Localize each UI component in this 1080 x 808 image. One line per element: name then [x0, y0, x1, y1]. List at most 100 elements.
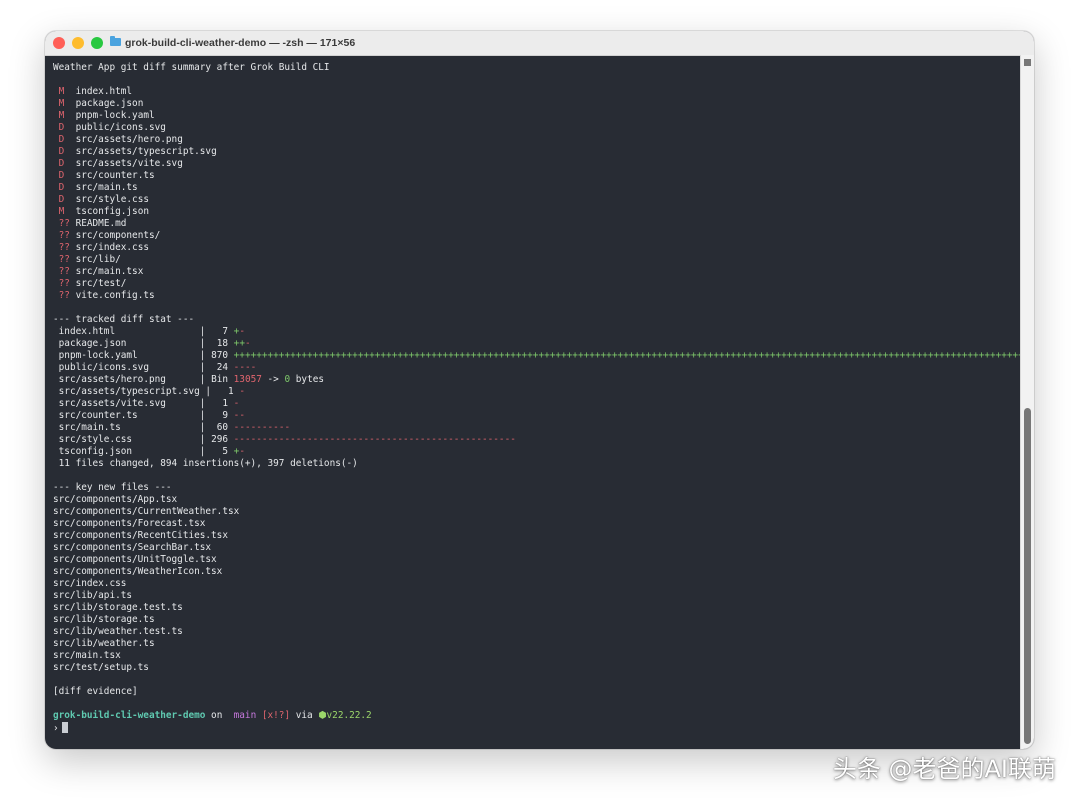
file-path: README.md: [75, 218, 127, 229]
prompt-on: on: [205, 710, 228, 721]
status-code: ??: [58, 242, 70, 253]
status-line: M package.json: [53, 98, 1013, 110]
status-line: M pnpm-lock.yaml: [53, 110, 1013, 122]
prompt-via: via: [290, 710, 319, 721]
status-code: D: [58, 134, 65, 145]
file-path: vite.config.ts: [75, 290, 155, 301]
prompt-symbol: ›: [53, 723, 59, 734]
diff-evidence: [diff evidence]: [53, 686, 138, 697]
diff-stat-file: tsconfig.json: [58, 446, 133, 457]
scroll-up-icon[interactable]: [1024, 59, 1031, 66]
status-code: D: [58, 182, 65, 193]
file-path: src/assets/hero.png: [75, 134, 183, 145]
new-file-item: src/lib/api.ts: [53, 590, 133, 601]
status-line: ?? vite.config.ts: [53, 290, 1013, 302]
deletion-bar: --: [233, 410, 245, 421]
status-code: ??: [58, 230, 70, 241]
status-line: ?? src/components/: [53, 230, 1013, 242]
minimize-window-button[interactable]: [72, 37, 84, 49]
git-branch-name: main: [233, 710, 257, 721]
diff-stat-row: pnpm-lock.yaml | 870 +++++++++++++++++++…: [53, 350, 1034, 362]
diff-stat-row: src/assets/vite.svg | 1 -: [58, 398, 240, 409]
new-file-item: src/test/setup.ts: [53, 662, 149, 673]
file-path: src/index.css: [75, 242, 149, 253]
status-code: ??: [58, 266, 70, 277]
file-path: index.html: [75, 86, 133, 97]
file-path: src/test/: [75, 278, 127, 289]
output-header: Weather App git diff summary after Grok …: [53, 62, 330, 73]
status-line: D src/style.css: [53, 194, 1013, 206]
diff-stat-count: 1: [222, 398, 229, 409]
command-input-line[interactable]: ›: [53, 722, 1013, 734]
status-code: ??: [58, 254, 70, 265]
new-file-item: src/components/RecentCities.tsx: [53, 530, 228, 541]
diff-stat-count: 1: [228, 386, 234, 397]
diff-stat-count: 870: [211, 350, 228, 361]
deletion-bar: ----: [233, 362, 257, 373]
diff-stat-file: src/assets/hero.png: [58, 374, 166, 385]
deletion-bar: -: [244, 338, 251, 349]
file-path: src/lib/: [75, 254, 121, 265]
new-file-item: src/components/SearchBar.tsx: [53, 542, 212, 553]
diff-stat-count: 18: [216, 338, 229, 349]
status-line: D src/assets/vite.svg: [53, 158, 1013, 170]
status-line: ?? src/main.tsx: [53, 266, 1013, 278]
file-path: src/counter.ts: [75, 170, 155, 181]
status-line: M tsconfig.json: [53, 206, 1013, 218]
window-title: grok-build-cli-weather-demo — -zsh — 171…: [110, 31, 355, 55]
deletion-bar: ----------------------------------------…: [233, 434, 516, 445]
status-code: ??: [58, 290, 70, 301]
new-file-item: src/components/Forecast.tsx: [53, 518, 206, 529]
status-line: M index.html: [53, 86, 1013, 98]
diff-stat-row: public/icons.svg | 24 ----: [58, 362, 257, 373]
insertion-bar: ++: [233, 338, 245, 349]
vertical-scrollbar[interactable]: [1020, 55, 1034, 749]
status-code: D: [58, 146, 65, 157]
diff-stat-file: pnpm-lock.yaml: [58, 350, 138, 361]
diff-stat-file: src/main.ts: [58, 422, 121, 433]
prompt-directory: grok-build-cli-weather-demo: [53, 710, 206, 721]
new-file-item: src/lib/weather.test.ts: [53, 626, 183, 637]
zoom-window-button[interactable]: [91, 37, 103, 49]
deletion-bar: -: [233, 398, 240, 409]
new-file-item: src/lib/storage.ts: [53, 614, 155, 625]
terminal-window: grok-build-cli-weather-demo — -zsh — 171…: [45, 31, 1034, 749]
diff-stat-count: Bin: [211, 374, 228, 385]
window-title-text: grok-build-cli-weather-demo — -zsh — 171…: [125, 37, 356, 49]
new-file-item: src/components/CurrentWeather.tsx: [53, 506, 240, 517]
status-line: D public/icons.svg: [53, 122, 1013, 134]
close-window-button[interactable]: [53, 37, 65, 49]
watermark-text: 头条 @老爸的AI联萌: [832, 755, 1056, 783]
new-file-item: src/components/App.tsx: [53, 494, 178, 505]
scrollbar-thumb[interactable]: [1024, 408, 1031, 744]
file-path: pnpm-lock.yaml: [75, 110, 155, 121]
diff-summary-text: 11 files changed, 894 insertions(+), 397…: [58, 458, 358, 469]
diff-stat-count: 60: [216, 422, 229, 433]
diff-stat-count: 296: [211, 434, 228, 445]
diff-stat-header: --- tracked diff stat ---: [53, 314, 195, 325]
diff-stat-count: 7: [222, 326, 229, 337]
git-status-flags: [x!?]: [261, 710, 291, 721]
status-line: D src/assets/hero.png: [53, 134, 1013, 146]
diff-stat-row: index.html | 7 +-: [58, 326, 245, 337]
diff-stat-file: src/assets/typescript.svg: [58, 386, 200, 397]
title-bar: grok-build-cli-weather-demo — -zsh — 171…: [45, 31, 1034, 56]
bin-size-to: 0: [284, 374, 291, 385]
node-icon: ⬢: [318, 710, 327, 721]
diff-stat-row: src/assets/hero.png | Bin 13057 -> 0 byt…: [58, 374, 325, 385]
deletion-bar: ----------: [233, 422, 291, 433]
status-code: D: [58, 158, 65, 169]
diff-stat-file: src/counter.ts: [58, 410, 138, 421]
new-files-header: --- key new files ---: [53, 482, 172, 493]
status-code: M: [58, 110, 65, 121]
bin-size-unit: bytes: [295, 374, 325, 385]
file-path: src/assets/vite.svg: [75, 158, 183, 169]
diff-stat-row: src/assets/typescript.svg | 1 -: [58, 386, 245, 397]
file-path: public/icons.svg: [75, 122, 166, 133]
terminal-output[interactable]: Weather App git diff summary after Grok …: [53, 62, 1034, 734]
status-code: ??: [58, 278, 70, 289]
status-code: D: [58, 170, 65, 181]
